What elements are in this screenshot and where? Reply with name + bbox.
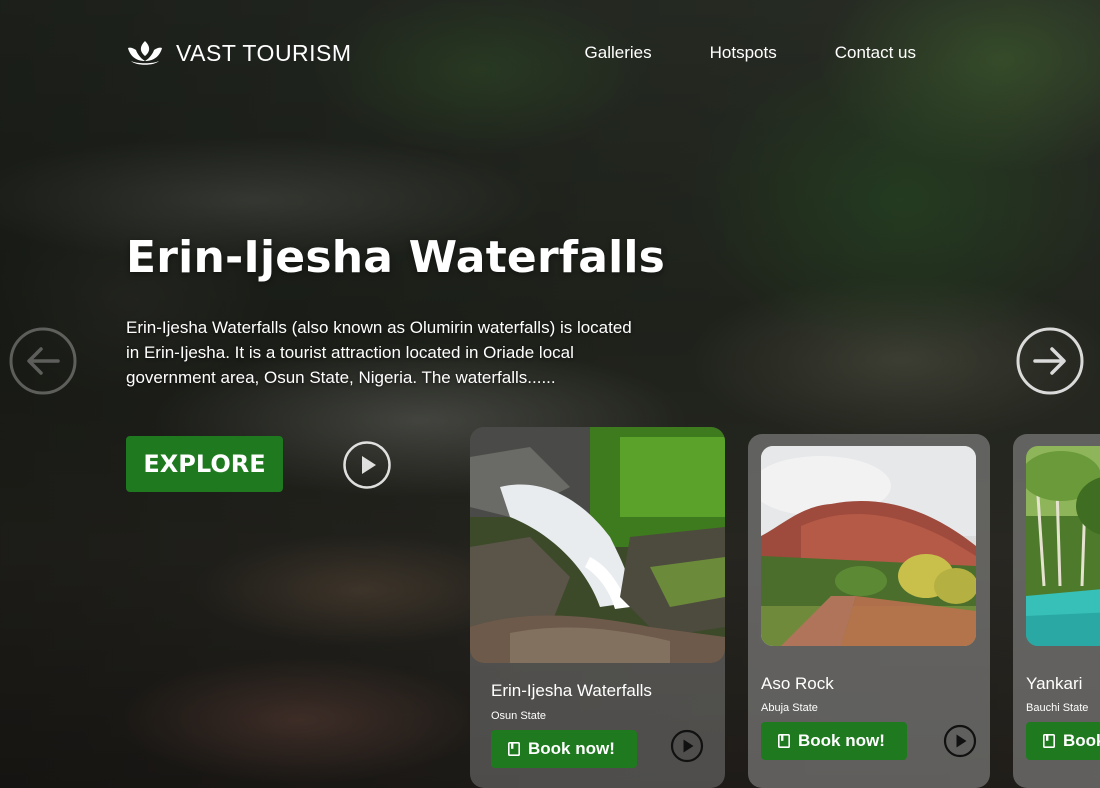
book-now-label: Book now!: [528, 739, 615, 758]
bookmark-icon: [778, 734, 790, 748]
explore-button[interactable]: EXPLORE: [126, 436, 283, 492]
hero-description: Erin-Ijesha Waterfalls (also known as Ol…: [126, 318, 632, 387]
destination-card-yankari[interactable]: Yankari Bauchi State Book now!: [1013, 434, 1100, 788]
nav-links: Galleries Hotspots Contact us: [585, 43, 916, 63]
card-title: Aso Rock: [761, 674, 834, 693]
card-location: Bauchi State: [1026, 702, 1089, 714]
card-title: Erin-Ijesha Waterfalls: [491, 681, 652, 700]
destination-card-aso-rock[interactable]: Aso Rock Abuja State Book now!: [748, 434, 990, 788]
arrow-right-circle-icon[interactable]: [1015, 326, 1085, 396]
waterfall-image: [470, 427, 725, 663]
nav-link-contact[interactable]: Contact us: [835, 43, 916, 63]
play-circle-icon[interactable]: [342, 440, 392, 490]
nav-link-galleries[interactable]: Galleries: [585, 43, 652, 63]
bookmark-icon: [1043, 734, 1055, 748]
play-circle-icon[interactable]: [670, 729, 704, 763]
brand-name: VAST TOURISM: [176, 39, 352, 66]
brand[interactable]: VAST TOURISM: [126, 39, 352, 67]
book-now-button[interactable]: Book now!: [761, 722, 907, 760]
lotus-icon: [128, 41, 162, 65]
arrow-left-circle-icon[interactable]: [8, 326, 78, 396]
book-now-label: Book now!: [1063, 731, 1100, 750]
card-location: Abuja State: [761, 702, 818, 714]
bookmark-icon: [508, 742, 520, 756]
card-title: Yankari: [1026, 674, 1083, 693]
play-circle-icon[interactable]: [943, 724, 977, 758]
destination-card-erin-ijesha[interactable]: Erin-Ijesha Waterfalls Osun State Book n…: [470, 427, 725, 788]
hero-title: Erin-Ijesha Waterfalls: [126, 232, 666, 283]
book-now-button[interactable]: Book now!: [1026, 722, 1100, 760]
book-now-button[interactable]: Book now!: [491, 730, 637, 768]
yankari-image: [1026, 446, 1100, 646]
book-now-label: Book now!: [798, 731, 885, 750]
card-location: Osun State: [491, 710, 547, 722]
top-nav: VAST TOURISM Galleries Hotspots Contact …: [126, 36, 916, 70]
nav-link-hotspots[interactable]: Hotspots: [710, 43, 777, 63]
aso-rock-image: [761, 446, 976, 646]
